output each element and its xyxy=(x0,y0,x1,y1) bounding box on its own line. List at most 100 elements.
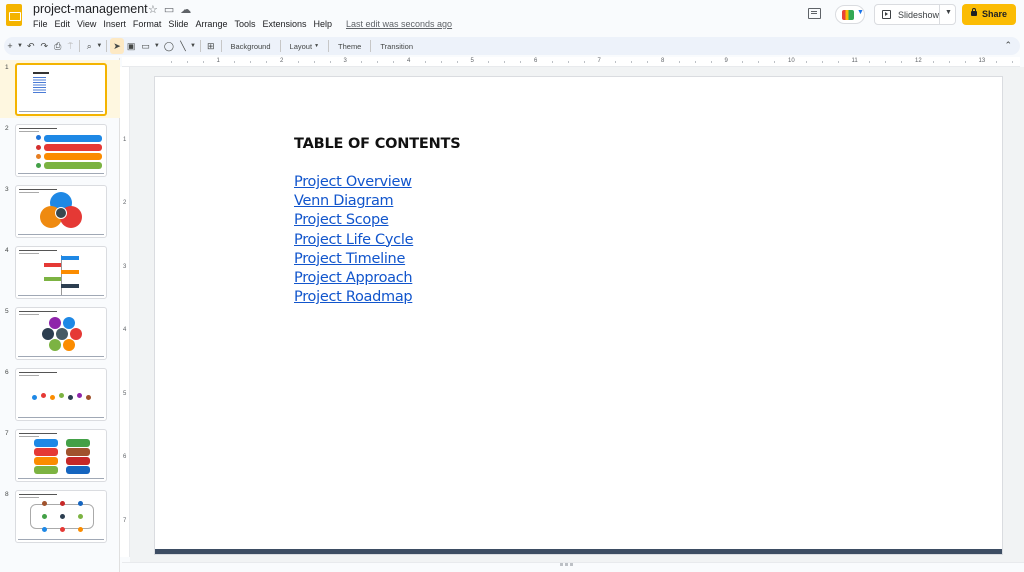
ruler-tick xyxy=(393,61,395,63)
horizontal-ruler[interactable]: 1 2 3 4 5 6 7 8 9 10 11 12 13 xyxy=(122,57,1020,67)
slide-thumbnail-3[interactable]: 3 xyxy=(0,182,120,240)
slide-filmstrip: 1 2 3 4 5 6 7 8 xyxy=(0,58,120,572)
slide-canvas[interactable]: TABLE OF CONTENTS Project Overview Venn … xyxy=(155,77,1002,554)
ruler-label: 13 xyxy=(978,58,986,64)
menu-insert[interactable]: Insert xyxy=(103,19,130,29)
menu-edit[interactable]: Edit xyxy=(55,19,75,29)
text-box-icon[interactable]: ▣ xyxy=(124,38,139,54)
star-icon[interactable]: ☆ xyxy=(148,3,158,16)
ruler-tick xyxy=(964,61,966,63)
layout-button[interactable]: Layout ▼ xyxy=(284,38,325,54)
collapse-menus-icon[interactable]: ⌃ xyxy=(1004,40,1012,51)
ruler-tick xyxy=(297,61,299,63)
slide-thumbnail-4[interactable]: 4 xyxy=(0,243,120,301)
slide-thumbnail-6[interactable]: 6 xyxy=(0,365,120,423)
slideshow-button[interactable]: Slideshow ▼ xyxy=(874,4,956,25)
slideshow-dropdown-icon[interactable]: ▼ xyxy=(945,9,952,16)
toolbar: + ▼ ↶ ↷ ⎙ ⍑ ⌕ ▼ ➤ ▣ ▭ ▼ ◯ ╲ ▼ ⊞ Backgrou… xyxy=(4,37,1020,55)
transition-button[interactable]: Transition xyxy=(374,38,419,54)
toc-link-project-scope[interactable]: Project Scope xyxy=(294,211,413,230)
select-cursor-icon[interactable]: ➤ xyxy=(110,38,124,54)
ruler-label: 3 xyxy=(123,263,127,270)
menu-arrange[interactable]: Arrange xyxy=(195,19,231,29)
document-title[interactable]: project-management xyxy=(33,2,148,16)
toc-link-project-roadmap[interactable]: Project Roadmap xyxy=(294,288,413,307)
ruler-tick xyxy=(202,61,204,63)
drag-handle-icon[interactable] xyxy=(560,563,573,566)
vertical-ruler[interactable]: 1 2 3 4 5 6 7 xyxy=(120,67,130,557)
menu-extensions[interactable]: Extensions xyxy=(262,19,310,29)
undo-icon[interactable]: ↶ xyxy=(24,38,38,54)
print-icon[interactable]: ⎙ xyxy=(51,38,64,54)
redo-icon[interactable]: ↷ xyxy=(38,38,52,54)
slide-thumbnail-8[interactable]: 8 xyxy=(0,487,120,545)
cloud-icon[interactable]: ☁ xyxy=(180,3,191,16)
folder-icon[interactable]: ▭ xyxy=(164,3,174,16)
thumbnail-preview xyxy=(15,429,107,482)
slides-logo-icon[interactable] xyxy=(6,4,22,26)
zoom-dropdown-icon[interactable]: ▼ xyxy=(95,38,103,54)
new-slide-dropdown-icon[interactable]: ▼ xyxy=(16,38,24,54)
ruler-tick xyxy=(329,61,331,63)
chevron-down-icon: ▼ xyxy=(314,43,320,49)
divider xyxy=(199,40,201,52)
ruler-label: 5 xyxy=(123,390,127,397)
menu-tools[interactable]: Tools xyxy=(234,19,259,29)
top-bar: project-management ☆ ▭ ☁ File Edit View … xyxy=(0,0,1024,34)
toc-link-project-overview[interactable]: Project Overview xyxy=(294,173,413,192)
ruler-tick xyxy=(520,61,522,63)
slide-number: 5 xyxy=(5,308,9,315)
ruler-tick xyxy=(821,61,823,63)
divider xyxy=(328,40,330,52)
slide-thumbnail-7[interactable]: 7 xyxy=(0,426,120,484)
slide-thumbnail-2[interactable]: 2 xyxy=(0,121,120,179)
paint-format-icon[interactable]: ⍑ xyxy=(64,38,76,54)
ruler-label: 1 xyxy=(216,58,220,64)
ruler-label: 9 xyxy=(724,58,728,64)
speaker-notes-divider[interactable] xyxy=(122,562,1024,572)
slide-number: 3 xyxy=(5,186,9,193)
toc-link-project-approach[interactable]: Project Approach xyxy=(294,269,413,288)
toc-link-list: Project Overview Venn Diagram Project Sc… xyxy=(294,173,414,307)
line-dropdown-icon[interactable]: ▼ xyxy=(189,38,197,54)
thumbnail-preview xyxy=(15,124,107,177)
menu-format[interactable]: Format xyxy=(133,19,166,29)
menu-file[interactable]: File xyxy=(33,19,52,29)
meet-button[interactable]: ▼ xyxy=(835,5,865,24)
slide-thumbnail-1[interactable]: 1 xyxy=(0,60,120,118)
ruler-tick xyxy=(567,61,569,63)
theme-button[interactable]: Theme xyxy=(332,38,367,54)
ruler-label: 10 xyxy=(788,58,795,64)
comment-history-icon[interactable] xyxy=(808,8,821,19)
menu-bar: File Edit View Insert Format Slide Arran… xyxy=(33,19,339,29)
last-edit-link[interactable]: Last edit was seconds ago xyxy=(346,19,452,29)
toc-link-project-life-cycle[interactable]: Project Life Cycle xyxy=(294,231,414,250)
ruler-tick xyxy=(551,61,553,63)
menu-slide[interactable]: Slide xyxy=(168,19,192,29)
slide-number: 8 xyxy=(5,491,9,498)
menu-view[interactable]: View xyxy=(77,19,100,29)
add-comment-icon[interactable]: ⊞ xyxy=(204,38,218,54)
slide-number: 2 xyxy=(5,125,9,132)
image-icon[interactable]: ▭ xyxy=(138,38,153,54)
divider xyxy=(370,40,372,52)
slide-thumbnail-5[interactable]: 5 xyxy=(0,304,120,362)
image-dropdown-icon[interactable]: ▼ xyxy=(153,38,161,54)
menu-help[interactable]: Help xyxy=(314,19,337,29)
background-button[interactable]: Background xyxy=(225,38,277,54)
ruler-label: 3 xyxy=(343,58,347,64)
shape-icon[interactable]: ◯ xyxy=(161,38,177,54)
toc-link-project-timeline[interactable]: Project Timeline xyxy=(294,250,413,269)
zoom-icon[interactable]: ⌕ xyxy=(83,38,95,54)
ruler-label: 4 xyxy=(407,58,411,64)
slide-title[interactable]: TABLE OF CONTENTS xyxy=(294,136,461,152)
toc-link-venn-diagram[interactable]: Venn Diagram xyxy=(294,192,413,211)
thumbnail-preview xyxy=(15,246,107,299)
divider xyxy=(79,40,81,52)
line-icon[interactable]: ╲ xyxy=(177,38,189,54)
share-button[interactable]: Share xyxy=(962,4,1016,25)
ruler-tick xyxy=(805,61,807,63)
divider xyxy=(106,40,108,52)
new-slide-icon[interactable]: + xyxy=(4,38,16,54)
ruler-tick xyxy=(266,61,268,63)
